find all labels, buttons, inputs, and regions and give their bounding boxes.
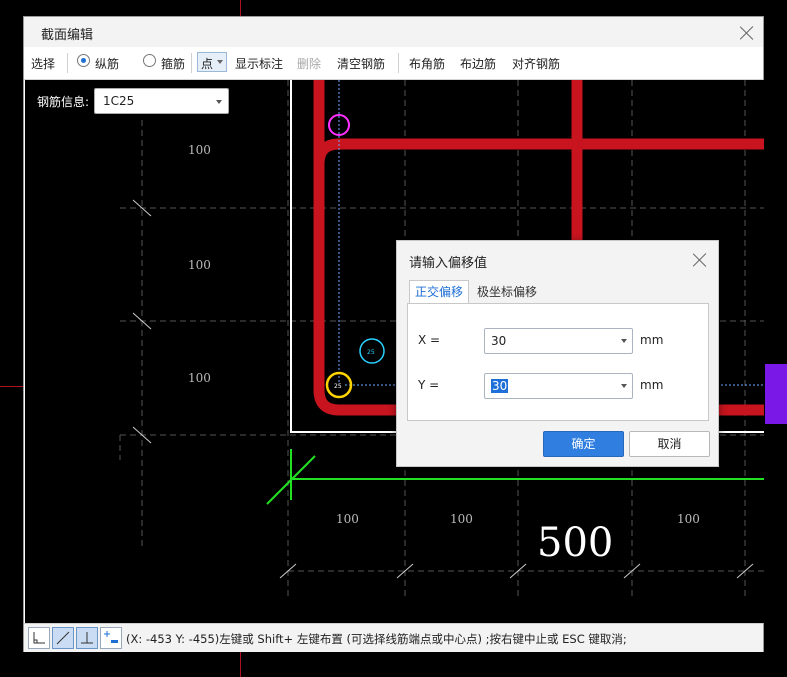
- offset-snap-button[interactable]: [100, 627, 122, 649]
- align-rebar-button[interactable]: 对齐钢筋: [512, 55, 560, 72]
- rebar-size-label: 25: [367, 349, 375, 356]
- dim-bottom-1: 100: [336, 512, 359, 526]
- status-bar: (X: -453 Y: -455)左键或 Shift+ 左键布置 (可选择线筋端…: [24, 623, 763, 652]
- chevron-down-icon: [621, 384, 627, 388]
- rebar-info-label: 钢筋信息:: [37, 95, 90, 109]
- confirm-button[interactable]: 确定: [543, 431, 624, 457]
- clear-rebar-button[interactable]: 清空钢筋: [337, 55, 385, 72]
- rebar-top: [313, 138, 764, 165]
- offset-panel: X = 30 mm Y = 30 mm: [407, 303, 709, 421]
- x-offset-input[interactable]: 30: [484, 328, 633, 354]
- line-snap-button[interactable]: [52, 627, 74, 649]
- stirrup-label[interactable]: 箍筋: [161, 55, 185, 72]
- close-icon[interactable]: [693, 253, 707, 267]
- show-annotation-button[interactable]: 显示标注: [235, 55, 283, 72]
- longitudinal-radio[interactable]: [77, 54, 90, 67]
- chevron-down-icon: [621, 339, 627, 343]
- bg-crosshair-v: [240, 0, 241, 16]
- longitudinal-label[interactable]: 纵筋: [95, 55, 119, 72]
- window-title: 截面编辑: [41, 28, 94, 43]
- x-unit: mm: [640, 333, 664, 347]
- chevron-down-icon: [217, 60, 223, 64]
- dim-bottom-2: 100: [450, 512, 473, 526]
- y-label: Y =: [418, 378, 440, 392]
- dim-left-2: 100: [188, 258, 211, 272]
- bg-crosshair-h: [0, 386, 23, 387]
- x-label: X =: [418, 333, 441, 347]
- rebar-info-dropdown[interactable]: 1C25: [94, 88, 229, 114]
- tab-polar-offset[interactable]: 极坐标偏移: [477, 280, 537, 304]
- tab-orthogonal-offset[interactable]: 正交偏移: [409, 280, 469, 304]
- stirrup-radio[interactable]: [143, 54, 156, 67]
- y-unit: mm: [640, 378, 664, 392]
- dim-bottom-3: 100: [677, 512, 700, 526]
- select-button[interactable]: 选择: [31, 55, 55, 72]
- main-dimension-label: 500: [537, 520, 613, 566]
- delete-button[interactable]: 删除: [297, 55, 321, 72]
- dim-left-3: 100: [188, 371, 211, 385]
- place-edge-rebar-button[interactable]: 布边筋: [460, 55, 496, 72]
- perpendicular-snap-button[interactable]: [76, 627, 98, 649]
- point-mode-label: 点: [201, 57, 214, 71]
- toolbar: 选择 纵筋 箍筋 点 显示标注 删除 清空钢筋 布角筋 布边筋 对齐钢筋: [24, 47, 763, 80]
- toolbar-separator: [191, 53, 192, 73]
- close-icon[interactable]: [740, 26, 754, 40]
- y-offset-value: 30: [491, 379, 509, 393]
- x-offset-value: 30: [491, 334, 507, 348]
- bg-crosshair-v2: [240, 652, 241, 677]
- cancel-button[interactable]: 取消: [629, 431, 710, 457]
- background-purple-block: [765, 364, 787, 424]
- offset-dialog: 请输入偏移值 正交偏移 极坐标偏移 X = 30 mm Y = 30 mm 确定…: [396, 240, 719, 467]
- place-corner-rebar-button[interactable]: 布角筋: [409, 55, 445, 72]
- dialog-title: 请输入偏移值: [409, 256, 488, 271]
- toolbar-separator: [67, 53, 68, 73]
- dim-left-1: 100: [188, 143, 211, 157]
- rebar-size-label-selected: 25: [334, 383, 342, 390]
- status-message: (X: -453 Y: -455)左键或 Shift+ 左键布置 (可选择线筋端…: [126, 632, 627, 646]
- y-offset-input[interactable]: 30: [484, 373, 633, 399]
- point-mode-dropdown[interactable]: 点: [197, 52, 227, 72]
- title-bar: 截面编辑: [24, 17, 763, 47]
- ortho-snap-button[interactable]: [28, 627, 50, 649]
- chevron-down-icon: [216, 100, 222, 104]
- toolbar-separator: [398, 53, 399, 73]
- rebar-info-value: 1C25: [103, 94, 135, 108]
